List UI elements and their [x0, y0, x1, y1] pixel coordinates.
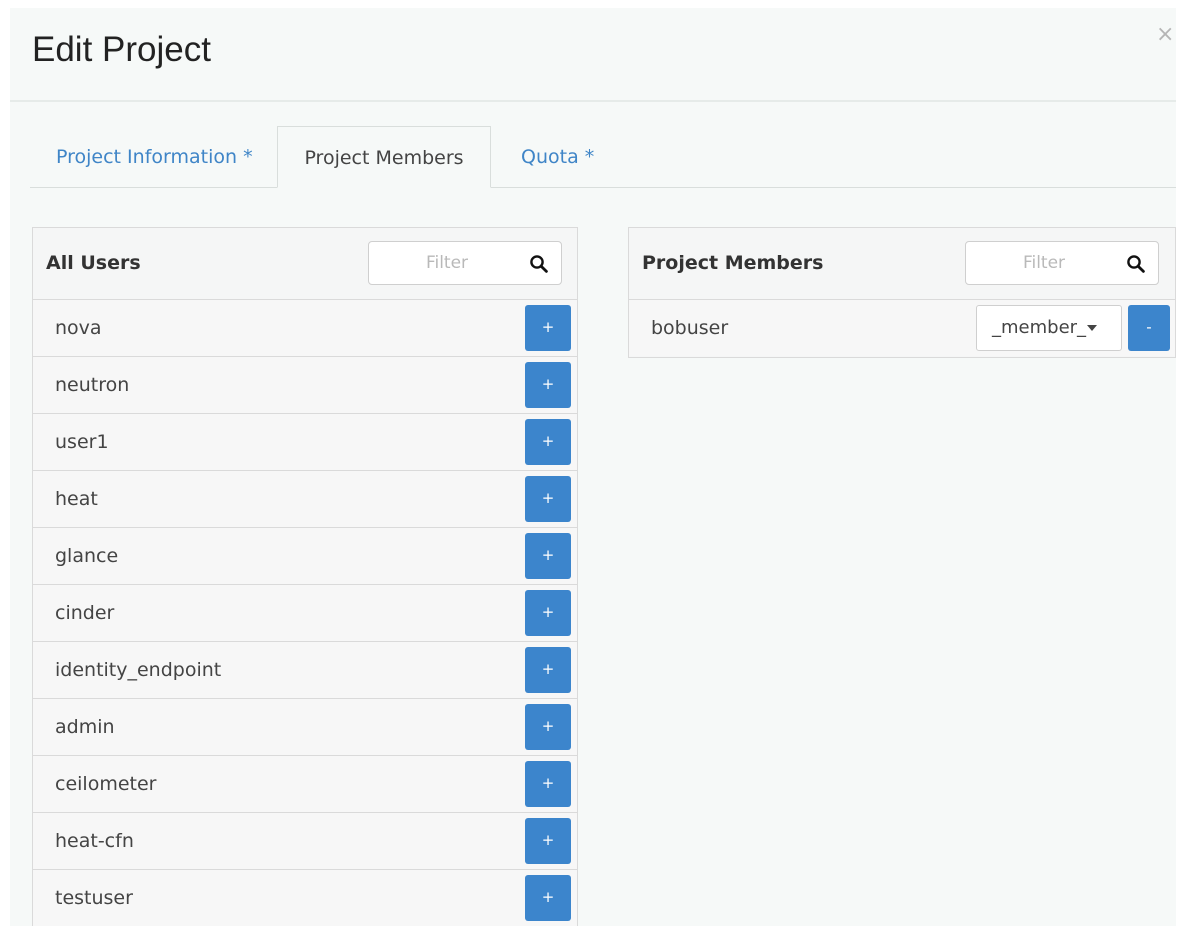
search-icon[interactable]	[529, 254, 549, 274]
user-name: admin	[55, 716, 115, 738]
edit-project-dialog: Edit Project × Project Information * Pro…	[10, 8, 1176, 926]
project-members-filter	[965, 241, 1159, 285]
add-user-button[interactable]: +	[525, 875, 571, 921]
user-row: identity_endpoint +	[33, 642, 577, 699]
user-row: testuser +	[33, 870, 577, 926]
close-button[interactable]: ×	[1156, 24, 1174, 46]
user-row: glance +	[33, 528, 577, 585]
tab-project-members[interactable]: Project Members	[277, 126, 491, 188]
remove-member-button[interactable]: -	[1128, 305, 1170, 351]
dialog-title: Edit Project	[32, 30, 211, 69]
role-dropdown[interactable]: _member_	[976, 305, 1122, 351]
caret-down-icon	[1087, 325, 1098, 331]
user-name: heat	[55, 488, 98, 510]
all-users-title: All Users	[46, 252, 141, 274]
user-name: heat-cfn	[55, 830, 134, 852]
role-value: _member_	[992, 317, 1087, 338]
user-row: neutron +	[33, 357, 577, 414]
user-row: heat-cfn +	[33, 813, 577, 870]
user-row: heat +	[33, 471, 577, 528]
add-user-button[interactable]: +	[525, 704, 571, 750]
user-row: admin +	[33, 699, 577, 756]
project-members-panel: Project Members bobuser _member_ -	[628, 227, 1176, 358]
add-user-button[interactable]: +	[525, 761, 571, 807]
project-members-filter-input[interactable]	[974, 248, 1114, 278]
tab-bar: Project Information * Project Members Qu…	[30, 126, 1176, 188]
all-users-filter	[368, 241, 562, 285]
user-row: nova +	[33, 300, 577, 357]
user-name: testuser	[55, 887, 133, 909]
all-users-panel: All Users nova+neutron+user1+heat+glance…	[32, 227, 578, 926]
add-user-button[interactable]: +	[525, 362, 571, 408]
add-user-button[interactable]: +	[525, 590, 571, 636]
add-user-button[interactable]: +	[525, 647, 571, 693]
member-row: bobuser _member_ -	[629, 300, 1175, 356]
user-row: cinder +	[33, 585, 577, 642]
add-user-button[interactable]: +	[525, 305, 571, 351]
tab-project-information[interactable]: Project Information *	[56, 126, 253, 186]
search-icon[interactable]	[1126, 254, 1146, 274]
user-name: neutron	[55, 374, 130, 396]
user-row: user1 +	[33, 414, 577, 471]
user-name: glance	[55, 545, 119, 567]
add-user-button[interactable]: +	[525, 533, 571, 579]
user-name: nova	[55, 317, 102, 339]
add-user-button[interactable]: +	[525, 419, 571, 465]
user-name: user1	[55, 431, 109, 453]
member-name: bobuser	[651, 317, 729, 339]
add-user-button[interactable]: +	[525, 476, 571, 522]
project-members-header: Project Members	[629, 228, 1175, 300]
user-name: ceilometer	[55, 773, 157, 795]
all-users-header: All Users	[33, 228, 577, 300]
user-name: identity_endpoint	[55, 659, 222, 681]
user-row: ceilometer +	[33, 756, 577, 813]
add-user-button[interactable]: +	[525, 818, 571, 864]
user-name: cinder	[55, 602, 115, 624]
project-members-title: Project Members	[642, 252, 824, 274]
dialog-header: Edit Project ×	[10, 8, 1176, 102]
tab-quota[interactable]: Quota *	[521, 126, 594, 186]
all-users-filter-input[interactable]	[377, 248, 517, 278]
